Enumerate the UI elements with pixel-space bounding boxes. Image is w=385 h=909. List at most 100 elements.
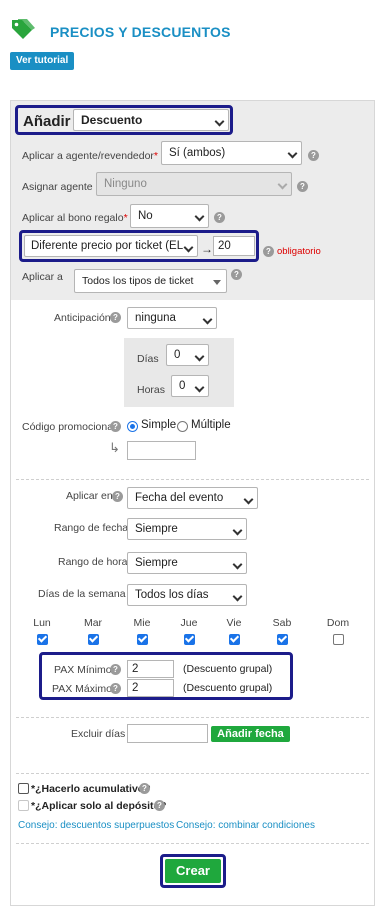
apply-on-label: Aplicar en (66, 490, 113, 502)
promo-simple-radio[interactable] (127, 421, 138, 432)
hours-label: Horas (137, 384, 166, 396)
page-title: PRECIOS Y DESCUENTOS (50, 24, 231, 40)
apply-on-select[interactable]: Fecha del evento (127, 487, 258, 509)
help-icon[interactable]: ? (110, 312, 121, 323)
chevron-down-icon (214, 116, 225, 127)
weekdays-select[interactable]: Todos los días (127, 584, 247, 606)
weekday-checkbox[interactable] (137, 634, 148, 645)
price-mode-value: Diferente precio por ticket (EL (31, 240, 184, 252)
chevron-down-icon (243, 494, 254, 505)
help-icon[interactable]: ? (263, 246, 274, 257)
pax-min-label: PAX Mínimo (54, 664, 112, 676)
weekday-label: Vie (226, 617, 242, 629)
apply-to-value: Todos los tipos de ticket (82, 275, 194, 287)
combine-tips-link[interactable]: Consejo: combinar condiciones (176, 820, 315, 831)
weekdays-value: Todos los días (135, 589, 209, 601)
gift-voucher-value: No (138, 210, 153, 222)
return-arrow-icon: ↳ (109, 440, 120, 455)
create-button[interactable]: Crear (165, 859, 221, 883)
apply-to-select[interactable]: Todos los tipos de ticket (74, 269, 227, 293)
pax-min-input[interactable]: 2 (127, 660, 174, 678)
weekday-checkbox[interactable] (229, 634, 240, 645)
time-range-label: Rango de hora (58, 556, 128, 568)
date-range-select[interactable]: Siempre (127, 518, 247, 540)
promo-multiple-label: Múltiple (191, 419, 231, 431)
price-mode-select[interactable]: Diferente precio por ticket (EL (24, 235, 198, 257)
date-range-label: Rango de fecha (54, 522, 129, 534)
weekday-checkbox[interactable] (277, 634, 288, 645)
weekday-label: Sab (272, 617, 292, 629)
chevron-down-icon (287, 148, 298, 159)
assign-agent-select: Ninguno (96, 172, 292, 196)
divider (16, 479, 369, 480)
pax-max-input[interactable]: 2 (127, 679, 174, 697)
gift-voucher-select[interactable]: No (130, 204, 209, 228)
tutorial-button[interactable]: Ver tutorial (10, 52, 75, 70)
help-icon[interactable]: ? (231, 269, 242, 280)
promo-code-label: Código promocional (22, 421, 116, 433)
date-range-value: Siempre (135, 523, 178, 535)
hours-select[interactable]: 0 (171, 375, 209, 397)
weekday-label: Jue (180, 617, 198, 629)
assign-agent-label: Asignar agente (22, 181, 93, 193)
pax-max-label: PAX Máximo (52, 683, 112, 695)
time-range-value: Siempre (135, 557, 178, 569)
add-type-select[interactable]: Descuento (73, 109, 229, 131)
agent-value: Sí (ambos) (169, 147, 226, 159)
add-label: Añadir (23, 113, 71, 130)
anticipation-select[interactable]: ninguna (127, 307, 217, 329)
time-range-select[interactable]: Siempre (127, 552, 247, 574)
exclude-days-label: Excluir días (71, 728, 126, 740)
weekday-checkbox[interactable] (37, 634, 48, 645)
page-header: PRECIOS Y DESCUENTOS (10, 18, 370, 48)
help-icon[interactable]: ? (308, 150, 319, 161)
promo-code-input[interactable] (127, 441, 196, 460)
chevron-down-icon (183, 242, 194, 253)
help-icon[interactable]: ? (214, 212, 225, 223)
days-select[interactable]: 0 (166, 344, 209, 366)
divider (16, 843, 369, 844)
hours-value: 0 (179, 380, 186, 392)
days-value: 0 (174, 349, 181, 361)
help-icon[interactable]: ? (139, 783, 150, 794)
chevron-down-icon (232, 559, 243, 570)
deposit-only-label: *¿Aplicar solo al depósito? (31, 800, 167, 812)
discount-form-panel: Añadir Descuento Aplicar a agente/revend… (10, 100, 375, 906)
arrow-right-icon: → (201, 242, 213, 256)
add-type-value: Descuento (81, 113, 143, 127)
weekday-label: Mie (133, 617, 151, 629)
cumulative-checkbox[interactable] (18, 783, 29, 794)
agent-label: Aplicar a agente/revendedor* (22, 150, 159, 162)
pax-max-note: (Descuento grupal) (183, 682, 273, 694)
help-icon[interactable]: ? (297, 181, 308, 192)
divider (16, 717, 369, 718)
promo-simple-label: Simple (141, 419, 177, 431)
cumulative-label: *¿Hacerlo acumulativo? (31, 783, 151, 795)
help-icon[interactable]: ? (112, 491, 123, 502)
agent-select[interactable]: Sí (ambos) (161, 141, 302, 165)
gift-voucher-label: Aplicar al bono regalo* (22, 212, 128, 224)
weekday-label: Dom (326, 617, 350, 629)
promo-multiple-radio[interactable] (177, 421, 188, 432)
apply-on-value: Fecha del evento (135, 492, 224, 504)
help-icon[interactable]: ? (154, 800, 165, 811)
overlap-tips-link[interactable]: Consejo: descuentos superpuestos (18, 820, 174, 831)
exclude-days-input[interactable] (127, 724, 208, 743)
days-label: Días (137, 353, 159, 365)
pax-max-value: 2 (132, 682, 139, 694)
add-date-button[interactable]: Añadir fecha (211, 726, 290, 742)
weekday-label: Mar (83, 617, 103, 629)
help-icon[interactable]: ? (110, 664, 121, 675)
price-amount-input[interactable]: 20 (213, 236, 255, 256)
chevron-down-icon (194, 211, 205, 222)
help-icon[interactable]: ? (110, 421, 121, 432)
deposit-only-checkbox[interactable] (18, 800, 29, 811)
dropdown-arrow-icon (213, 280, 221, 285)
divider (16, 773, 369, 774)
help-icon[interactable]: ? (110, 683, 121, 694)
weekday-checkbox[interactable] (333, 634, 344, 645)
weekday-checkbox[interactable] (88, 634, 99, 645)
required-text: obligatorio (277, 246, 321, 257)
weekday-checkbox[interactable] (184, 634, 195, 645)
weekday-label: Lun (33, 617, 51, 629)
